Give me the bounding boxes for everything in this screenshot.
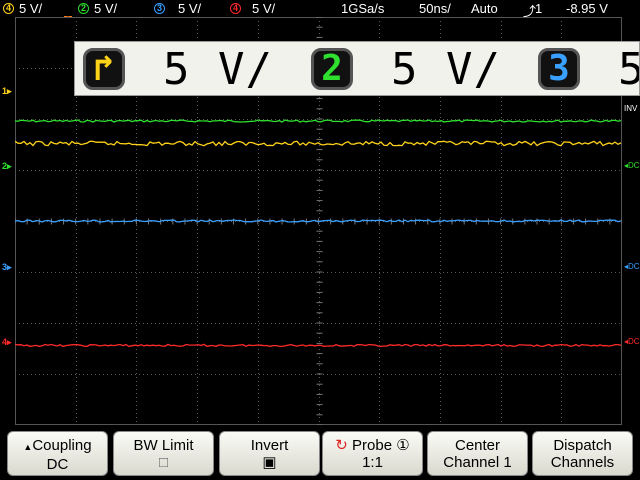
rotate-knob-icon: ↻ — [335, 437, 348, 454]
channel-4-coupling-indicator: ◂DC — [624, 337, 640, 346]
channel-3-scale-text: 5 V/ — [178, 1, 202, 16]
channel-4-scale[interactable]: 4 5 V/ — [230, 1, 275, 16]
coupling-value: DC — [46, 456, 69, 473]
invert-label: Invert — [250, 437, 289, 454]
channel-scale-banner: ↱ 5 V/ 2 5 V/ 3 5 — [74, 41, 640, 96]
probe-label: Probe ① — [352, 437, 410, 454]
channel-a-scale[interactable]: 4 5 V/ — [3, 1, 42, 16]
bw-limit-label: BW Limit — [133, 437, 194, 454]
channel-3-badge-icon: 3 — [154, 3, 165, 14]
dispatch-label: Dispatch — [553, 437, 612, 454]
channel-4-badge-icon: 4 — [230, 3, 241, 14]
channel-4-trace — [15, 343, 622, 348]
channel-1-marker-label: 1 — [2, 86, 8, 96]
status-bar: 4 5 V/ 2 5 V/ 3 5 V/ 4 5 V/ 1GSa/s 50ns/… — [0, 0, 640, 19]
banner-channel-2-scale: 5 V/ — [391, 44, 501, 95]
channel-4-coupling-label: DC — [628, 337, 640, 346]
invert-checkbox: ▣ — [262, 454, 277, 471]
banner-channel-3-icon: 3 — [538, 48, 580, 90]
channel-2-coupling-label: DC — [628, 161, 640, 170]
channel-2-ground-marker[interactable]: 2▸ — [2, 161, 12, 172]
probe-softkey[interactable]: ↻ Probe ① 1:1 — [322, 431, 423, 476]
banner-channel-1-icon: ↱ — [83, 48, 125, 90]
channel-2-badge-icon: 2 — [78, 3, 89, 14]
sample-rate: 1GSa/s — [341, 1, 385, 16]
channel-1-ground-marker[interactable]: 1▸ — [2, 86, 12, 97]
timebase[interactable]: 50ns/ — [419, 1, 451, 16]
banner-channel-2-icon: 2 — [311, 48, 353, 90]
channel-2-scale[interactable]: 2 5 V/ — [78, 1, 117, 16]
probe-value: 1:1 — [362, 454, 383, 471]
channel-2-trace — [15, 119, 622, 123]
channel-3-ground-marker[interactable]: 3▸ — [2, 262, 12, 273]
channel-a-badge-icon: 4 — [3, 3, 14, 14]
banner-channel-3-scale: 5 — [618, 44, 639, 95]
channel-4-marker-label: 4 — [2, 337, 8, 347]
trigger-mode[interactable]: Auto — [471, 1, 498, 16]
channel-1-trace — [15, 140, 622, 147]
trigger-level[interactable]: -8.95 V — [566, 1, 608, 16]
channel-4-ground-marker[interactable]: 4▸ — [2, 337, 12, 348]
channel-3-coupling-label: DC — [628, 262, 640, 271]
bw-limit-checkbox: □ — [158, 454, 169, 471]
dispatch-channels-softkey[interactable]: Dispatch Channels — [532, 431, 633, 476]
coupling-label: Coupling — [32, 437, 92, 454]
coupling-softkey[interactable]: ▲Coupling DC — [7, 431, 108, 476]
trigger-channel: 1 — [535, 1, 543, 16]
channel-1-invert-indicator: INV — [624, 104, 638, 113]
channel-a-scale-text: 5 V/ — [19, 1, 43, 16]
dispatch-value: Channels — [550, 454, 615, 471]
channel-2-scale-text: 5 V/ — [94, 1, 118, 16]
invert-softkey[interactable]: Invert ▣ — [219, 431, 320, 476]
softkey-bar: ▲Coupling DC BW Limit □ Invert ▣ ↻ Probe… — [0, 427, 640, 480]
center-channel-softkey[interactable]: Center Channel 1 — [427, 431, 528, 476]
channel-3-scale[interactable]: 3 5 V/ — [154, 1, 201, 16]
up-arrow-icon: ▲ — [23, 442, 33, 452]
channel-2-coupling-indicator: ◂DC — [624, 161, 640, 170]
channel-3-coupling-indicator: ◂DC — [624, 262, 640, 271]
bw-limit-softkey[interactable]: BW Limit □ — [113, 431, 214, 476]
channel-4-scale-text: 5 V/ — [252, 1, 276, 16]
banner-channel-1-scale: 5 V/ — [163, 44, 273, 95]
channel-3-marker-label: 3 — [2, 262, 8, 272]
center-label: Center — [454, 437, 501, 454]
center-value: Channel 1 — [443, 454, 512, 471]
channel-2-marker-label: 2 — [2, 161, 8, 171]
